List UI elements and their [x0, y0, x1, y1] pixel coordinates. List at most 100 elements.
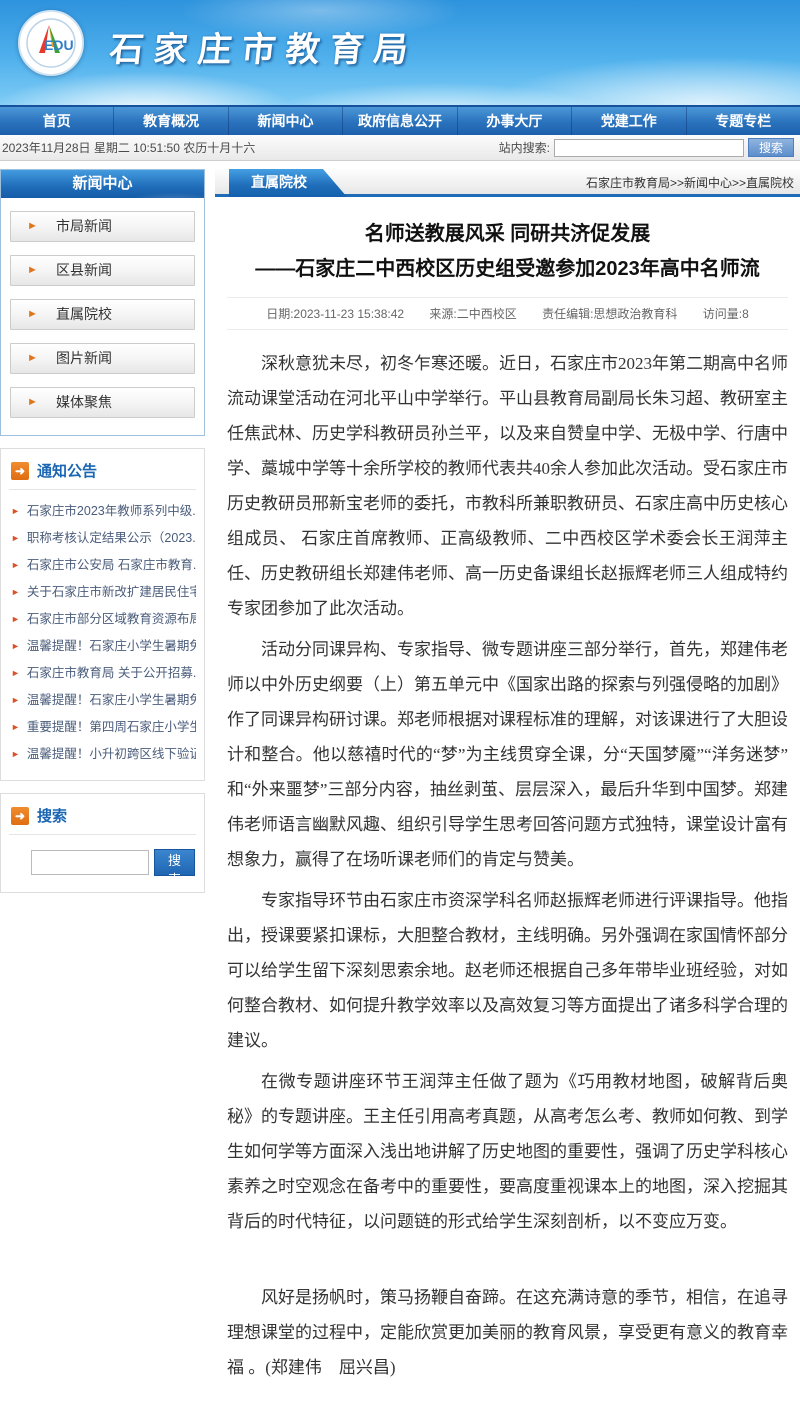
arrow-badge-icon: ➜ [11, 462, 29, 480]
article-body: 深秋意犹未尽，初冬乍寒还暖。近日，石家庄市2023年第二期高中名师流动课堂活动在… [225, 330, 790, 1415]
nav-item[interactable]: 政府信息公开 [342, 107, 456, 135]
triangle-bullet-icon: ► [11, 606, 20, 633]
sidebar-search-input[interactable] [31, 850, 149, 875]
section-tab-bar: 直属院校 石家庄市教育局>>新闻中心>>直属院校 [215, 169, 800, 197]
nav-item[interactable]: 首页 [0, 107, 113, 135]
triangle-bullet-icon: ► [11, 660, 20, 687]
article: 名师送教展风采 同研共济促发展 ——石家庄二中西校区历史组受邀参加2023年高中… [215, 217, 800, 1415]
site-logo: EDU [18, 10, 84, 76]
notice-list-item[interactable]: ► 职称考核认定结果公示（2023... [11, 525, 196, 552]
nav-item[interactable]: 新闻中心 [228, 107, 342, 135]
news-center-title: 新闻中心 [1, 170, 204, 198]
sidebar-menu-item[interactable]: ► 区县新闻 [10, 255, 195, 286]
search-panel-form: 搜索 [9, 835, 196, 880]
triangle-bullet-icon: ► [11, 498, 20, 525]
sidebar: 新闻中心 ► 市局新闻 ► 区县新闻 ► 直属院校 [0, 169, 205, 893]
sidebar-menu-item[interactable]: ► 直属院校 [10, 299, 195, 330]
nav-item[interactable]: 党建工作 [571, 107, 685, 135]
news-center-panel: 新闻中心 ► 市局新闻 ► 区县新闻 ► 直属院校 [0, 169, 205, 436]
nav-item[interactable]: 专题专栏 [686, 107, 800, 135]
article-paragraph: 深秋意犹未尽，初冬乍寒还暖。近日，石家庄市2023年第二期高中名师流动课堂活动在… [227, 346, 788, 626]
sidebar-menu-item[interactable]: ► 市局新闻 [10, 211, 195, 242]
arrow-right-icon: ► [27, 344, 38, 373]
site-search-label: 站内搜索: [499, 139, 550, 156]
arrow-badge-icon: ➜ [11, 807, 29, 825]
article-title: 名师送教展风采 同研共济促发展 ——石家庄二中西校区历史组受邀参加2023年高中… [237, 217, 778, 287]
notice-panel-header: ➜ 通知公告 [9, 458, 196, 490]
article-paragraph: 在微专题讲座环节王润萍主任做了题为《巧用教材地图，破解背后奥秘》的专题讲座。王主… [227, 1064, 788, 1239]
notice-list: ► 石家庄市2023年教师系列中级... ► 职称考核认定结果公示（2023..… [9, 490, 196, 768]
notice-list-item-label: 石家庄市2023年教师系列中级... [27, 498, 196, 525]
notice-list-item[interactable]: ► 温馨提醒！石家庄小学生暑期免费... [11, 633, 196, 660]
breadcrumb[interactable]: 石家庄市教育局>>新闻中心>>直属院校 [586, 169, 794, 197]
notice-list-item-label: 石家庄市公安局 石家庄市教育... [27, 552, 196, 579]
search-panel-title: 搜索 [37, 805, 67, 826]
news-center-menu: ► 市局新闻 ► 区县新闻 ► 直属院校 ► [1, 198, 204, 435]
arrow-right-icon: ► [27, 256, 38, 285]
article-paragraph: 风好是扬帆时，策马扬鞭自奋蹄。在这充满诗意的季节，相信，在追寻理想课堂的过程中，… [227, 1280, 788, 1385]
triangle-bullet-icon: ► [11, 552, 20, 579]
site-search-button[interactable]: 搜索 [748, 138, 794, 157]
notice-panel: ➜ 通知公告 ► 石家庄市2023年教师系列中级... ► 职称考核认定结果公示… [0, 448, 205, 781]
search-panel-header: ➜ 搜索 [9, 803, 196, 835]
sidebar-menu-item[interactable]: ► 媒体聚焦 [10, 387, 195, 418]
site-search-input[interactable] [554, 139, 744, 157]
notice-list-item[interactable]: ► 石家庄市2023年教师系列中级... [11, 498, 196, 525]
site-logo-text: EDU [44, 37, 74, 53]
sidebar-menu-item-label: 媒体聚焦 [56, 394, 112, 410]
arrow-right-icon: ► [27, 388, 38, 417]
notice-list-item-label: 关于石家庄市新改扩建居民住宅项... [27, 579, 196, 606]
notice-list-item[interactable]: ► 温馨提醒！石家庄小学生暑期免费... [11, 687, 196, 714]
notice-list-item[interactable]: ► 重要提醒！第四周石家庄小学生暑... [11, 714, 196, 741]
notice-list-item-label: 温馨提醒！小升初跨区线下验证时... [27, 741, 196, 768]
triangle-bullet-icon: ► [11, 633, 20, 660]
article-meta-field: 访问量:8 [703, 307, 749, 321]
notice-list-item-label: 职称考核认定结果公示（2023... [27, 525, 196, 552]
arrow-right-icon: ► [27, 300, 38, 329]
notice-list-item[interactable]: ► 温馨提醒！小升初跨区线下验证时... [11, 741, 196, 768]
site-logo-emblem: EDU [25, 17, 77, 69]
article-title-line1: 名师送教展风采 同研共济促发展 [365, 223, 651, 245]
notice-list-item-label: 石家庄市部分区域教育资源布局规... [27, 606, 196, 633]
article-meta-field: 日期:2023-11-23 15:38:42 [266, 307, 404, 321]
sidebar-menu-item-label: 市局新闻 [56, 218, 112, 234]
tab-current-section[interactable]: 直属院校 [229, 169, 347, 197]
article-meta-field: 责任编辑:思想政治教育科 [542, 307, 677, 321]
notice-list-item-label: 石家庄市教育局 关于公开招募... [27, 660, 196, 687]
article-meta: 日期:2023-11-23 15:38:42 来源:二中西校区 责任编辑:思想政… [227, 297, 788, 330]
search-panel: ➜ 搜索 搜索 [0, 793, 205, 893]
info-bar: 2023年11月28日 星期二 10:51:50 农历十月十六 站内搜索: 搜索 [0, 135, 800, 161]
datetime-text: 2023年11月28日 星期二 10:51:50 农历十月十六 [2, 139, 255, 156]
triangle-bullet-icon: ► [11, 579, 20, 606]
nav-item[interactable]: 教育概况 [113, 107, 227, 135]
sidebar-menu-item-label: 图片新闻 [56, 350, 112, 366]
sidebar-menu-item-label: 区县新闻 [56, 262, 112, 278]
article-meta-field: 来源:二中西校区 [429, 307, 516, 321]
site-title: 石家庄市教育局 [107, 22, 420, 71]
triangle-bullet-icon: ► [11, 714, 20, 741]
notice-list-item[interactable]: ► 石家庄市部分区域教育资源布局规... [11, 606, 196, 633]
sidebar-search-button[interactable]: 搜索 [154, 849, 195, 876]
notice-list-item[interactable]: ► 关于石家庄市新改扩建居民住宅项... [11, 579, 196, 606]
article-paragraph: 活动分同课异构、专家指导、微专题讲座三部分举行，首先，郑建伟老师以中外历史纲要（… [227, 632, 788, 877]
triangle-bullet-icon: ► [11, 525, 20, 552]
notice-list-item[interactable]: ► 石家庄市教育局 关于公开招募... [11, 660, 196, 687]
notice-list-item-label: 温馨提醒！石家庄小学生暑期免费... [27, 633, 196, 660]
nav-item[interactable]: 办事大厅 [457, 107, 571, 135]
sidebar-menu-item[interactable]: ► 图片新闻 [10, 343, 195, 374]
notice-panel-title: 通知公告 [37, 460, 97, 481]
arrow-right-icon: ► [27, 212, 38, 241]
article-paragraph: 专家指导环节由石家庄市资深学科名师赵振辉老师进行评课指导。他指出，授课要紧扣课标… [227, 883, 788, 1058]
site-search: 站内搜索: 搜索 [499, 138, 794, 157]
notice-list-item[interactable]: ► 石家庄市公安局 石家庄市教育... [11, 552, 196, 579]
main-nav: 首页 教育概况 新闻中心 政府信息公开 办事大厅 党建工作 专题专栏 [0, 105, 800, 135]
triangle-bullet-icon: ► [11, 741, 20, 768]
notice-list-item-label: 重要提醒！第四周石家庄小学生暑... [27, 714, 196, 741]
sidebar-menu-item-label: 直属院校 [56, 306, 112, 322]
content-area: 新闻中心 ► 市局新闻 ► 区县新闻 ► 直属院校 [0, 161, 800, 1415]
notice-list-item-label: 温馨提醒！石家庄小学生暑期免费... [27, 687, 196, 714]
article-title-line2: ——石家庄二中西校区历史组受邀参加2023年高中名师流 [255, 258, 760, 280]
main-column: 直属院校 石家庄市教育局>>新闻中心>>直属院校 名师送教展风采 同研共济促发展… [215, 169, 800, 1415]
site-banner: EDU 石家庄市教育局 [0, 0, 800, 105]
triangle-bullet-icon: ► [11, 687, 20, 714]
